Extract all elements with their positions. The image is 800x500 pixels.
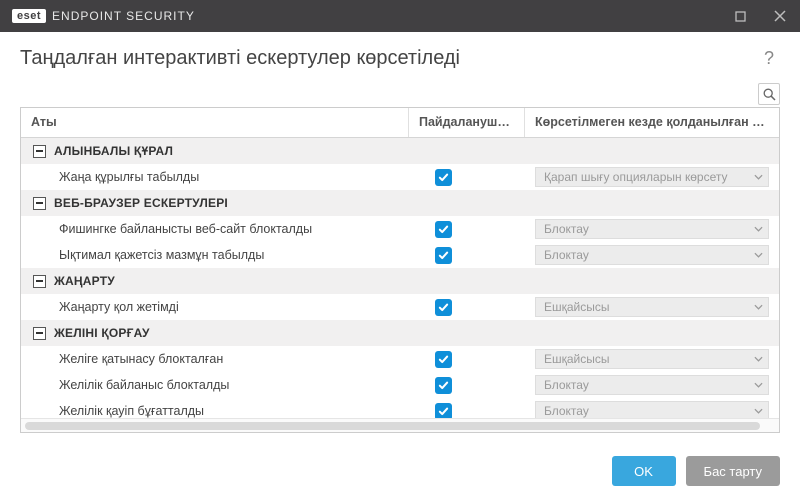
minus-icon: [36, 280, 43, 282]
cancel-button[interactable]: Бас тарту: [686, 456, 780, 486]
window-close-button[interactable]: [760, 0, 800, 32]
maximize-icon: [735, 11, 746, 22]
table-row: Ықтимал қажетсіз мазмұн табылды Блоктау: [21, 242, 779, 268]
chevron-down-icon: [754, 407, 763, 416]
content: Аты Пайдаланушыд... Көрсетілмеген кезде …: [0, 83, 800, 433]
group-label: ЖАҢАРТУ: [54, 274, 115, 288]
check-icon: [438, 250, 449, 261]
action-select-value: Блоктау: [544, 248, 589, 262]
check-icon: [438, 380, 449, 391]
group-row[interactable]: ЖЕЛІНІ ҚОРҒАУ: [21, 320, 779, 346]
collapse-toggle[interactable]: [33, 327, 46, 340]
brand-product: ENDPOINT SECURITY: [52, 9, 195, 23]
group-row[interactable]: АЛЫНБАЛЫ ҚҰРАЛ: [21, 138, 779, 164]
scrollbar-thumb[interactable]: [25, 422, 760, 430]
ask-user-checkbox[interactable]: [435, 247, 452, 264]
group-label: ЖЕЛІНІ ҚОРҒАУ: [54, 326, 150, 340]
action-select-value: Блоктау: [544, 404, 589, 418]
action-select[interactable]: Блоктау: [535, 245, 769, 265]
header: Таңдалған интерактивті ескертулер көрсет…: [0, 32, 800, 83]
row-name: Ықтимал қажетсіз мазмұн табылды: [21, 242, 409, 268]
search-button[interactable]: [758, 83, 780, 105]
chevron-down-icon: [754, 303, 763, 312]
row-name: Желілік байланыс блокталды: [21, 372, 409, 398]
ask-user-checkbox[interactable]: [435, 403, 452, 419]
column-header-ask[interactable]: Пайдаланушыд...: [409, 108, 525, 137]
ask-user-checkbox[interactable]: [435, 299, 452, 316]
table-row: Желіге қатынасу блокталған Ешқайсысы: [21, 346, 779, 372]
action-select[interactable]: Ешқайсысы: [535, 297, 769, 317]
chevron-down-icon: [754, 381, 763, 390]
row-name: Жаңа құрылғы табылды: [21, 164, 409, 190]
ask-user-checkbox[interactable]: [435, 221, 452, 238]
help-icon: ?: [764, 48, 774, 68]
collapse-toggle[interactable]: [33, 145, 46, 158]
footer: OK Бас тарту: [0, 442, 800, 500]
table-row: Желілік байланыс блокталды Блоктау: [21, 372, 779, 398]
table-header: Аты Пайдаланушыд... Көрсетілмеген кезде …: [21, 108, 779, 138]
action-select[interactable]: Блоктау: [535, 401, 769, 418]
action-select-value: Блоктау: [544, 378, 589, 392]
ask-user-checkbox[interactable]: [435, 377, 452, 394]
minus-icon: [36, 150, 43, 152]
check-icon: [438, 224, 449, 235]
column-header-name[interactable]: Аты: [21, 108, 409, 137]
ok-button[interactable]: OK: [612, 456, 676, 486]
brand-badge: eset: [12, 9, 46, 23]
check-icon: [438, 302, 449, 313]
close-icon: [774, 10, 786, 22]
collapse-toggle[interactable]: [33, 197, 46, 210]
action-select[interactable]: Блоктау: [535, 375, 769, 395]
action-select-value: Қарап шығу опцияларын көрсету: [544, 170, 728, 184]
action-select-value: Ешқайсысы: [544, 300, 610, 314]
column-header-action[interactable]: Көрсетілмеген кезде қолданылған әрекет: [525, 108, 779, 137]
settings-table: Аты Пайдаланушыд... Көрсетілмеген кезде …: [20, 107, 780, 433]
ask-user-checkbox[interactable]: [435, 351, 452, 368]
check-icon: [438, 406, 449, 417]
action-select[interactable]: Блоктау: [535, 219, 769, 239]
row-name: Фишингке байланысты веб-сайт блокталды: [21, 216, 409, 242]
table-row: Желілік қауіп бұғатталды Блоктау: [21, 398, 779, 418]
table-row: Жаңа құрылғы табылды Қарап шығу опциялары…: [21, 164, 779, 190]
titlebar: eset ENDPOINT SECURITY: [0, 0, 800, 32]
window-maximize-button[interactable]: [720, 0, 760, 32]
minus-icon: [36, 332, 43, 334]
group-row[interactable]: ЖАҢАРТУ: [21, 268, 779, 294]
chevron-down-icon: [754, 173, 763, 182]
group-row[interactable]: ВЕБ-БРАУЗЕР ЕСКЕРТУЛЕРІ: [21, 190, 779, 216]
group-label: ВЕБ-БРАУЗЕР ЕСКЕРТУЛЕРІ: [54, 196, 228, 210]
chevron-down-icon: [754, 225, 763, 234]
check-icon: [438, 172, 449, 183]
table-row: Фишингке байланысты веб-сайт блокталды Бл…: [21, 216, 779, 242]
chevron-down-icon: [754, 251, 763, 260]
search-icon: [763, 88, 776, 101]
ask-user-checkbox[interactable]: [435, 169, 452, 186]
horizontal-scrollbar[interactable]: [21, 418, 779, 432]
chevron-down-icon: [754, 355, 763, 364]
minus-icon: [36, 202, 43, 204]
collapse-toggle[interactable]: [33, 275, 46, 288]
row-name: Жаңарту қол жетімді: [21, 294, 409, 320]
page-title: Таңдалған интерактивті ескертулер көрсет…: [20, 47, 758, 70]
action-select[interactable]: Ешқайсысы: [535, 349, 769, 369]
table-row: Жаңарту қол жетімді Ешқайсысы: [21, 294, 779, 320]
action-select-value: Блоктау: [544, 222, 589, 236]
row-name: Желіге қатынасу блокталған: [21, 346, 409, 372]
table-body: АЛЫНБАЛЫ ҚҰРАЛ Жаңа құрылғы табылды Қарап …: [21, 138, 779, 418]
help-button[interactable]: ?: [758, 46, 780, 71]
row-name: Желілік қауіп бұғатталды: [21, 398, 409, 418]
brand: eset ENDPOINT SECURITY: [12, 9, 195, 23]
action-select[interactable]: Қарап шығу опцияларын көрсету: [535, 167, 769, 187]
check-icon: [438, 354, 449, 365]
group-label: АЛЫНБАЛЫ ҚҰРАЛ: [54, 144, 173, 158]
action-select-value: Ешқайсысы: [544, 352, 610, 366]
